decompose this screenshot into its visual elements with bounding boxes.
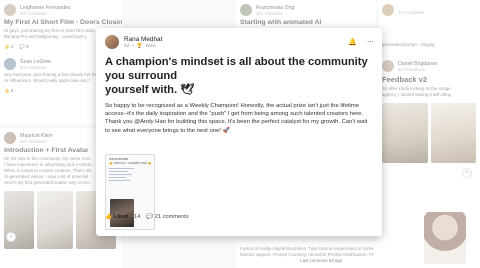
modal-actions: 🔔 ⋯ [348, 38, 374, 46]
attachment-header: Rana Medhat 👑 WEEKLY CHAMPIONS 👑 [106, 155, 154, 167]
post-footer: 👍 Liked 14 💬 21 comments [105, 214, 189, 220]
avatar[interactable] [105, 35, 119, 49]
author-name[interactable]: Rana Medhat [124, 36, 162, 43]
body-line: Thank you @Andy Han for building this sp… [105, 119, 368, 126]
text-line [109, 176, 126, 179]
attachment-text-lines [106, 167, 154, 184]
text-line [109, 173, 133, 176]
post-category[interactable]: Wins [145, 43, 155, 48]
trophy-icon: 🏆 [136, 42, 143, 48]
dot-separator: • [132, 43, 134, 48]
post-body: So happy to be recognized as a Weekly Ch… [96, 97, 382, 135]
body-line: to see what everyone brings to the next … [105, 127, 230, 134]
post-modal: Rana Medhat 5d • 🏆 Wins 🔔 ⋯ A champion's… [96, 28, 382, 236]
attachment-line: 👑 WEEKLY CHAMPIONS 👑 [109, 161, 151, 165]
like-count[interactable]: 14 [134, 214, 140, 220]
community-feed: Leighanne Fernandes 3d • Creations My Fi… [0, 0, 480, 268]
post-meta: 5d • 🏆 Wins [124, 43, 162, 49]
text-line [109, 167, 135, 170]
ellipsis-icon[interactable]: ⋯ [367, 38, 374, 46]
post-title: A champion's mindset is all about the co… [96, 49, 382, 97]
thumbs-up-icon: 👍 [105, 214, 112, 220]
body-line: So happy to be recognized as a Weekly Ch… [105, 103, 360, 109]
modal-header: Rana Medhat 5d • 🏆 Wins 🔔 ⋯ [96, 28, 382, 49]
text-line [109, 179, 130, 182]
post-author: Rana Medhat 5d • 🏆 Wins [124, 36, 162, 49]
attachment-photo [110, 199, 134, 227]
title-line: yourself with. 🕊 [105, 84, 195, 96]
comments-label: 21 comments [154, 214, 189, 220]
body-line: access--it's the daily inspiration and t… [105, 111, 364, 118]
like-button[interactable]: 👍 Liked [105, 214, 128, 220]
title-line: A champion's mindset is all about the co… [105, 56, 368, 82]
text-line [109, 170, 128, 173]
last-comment-time: Last comment 6d ago [300, 258, 343, 263]
like-label: Liked [113, 214, 129, 220]
bell-icon[interactable]: 🔔 [348, 38, 357, 46]
post-time: 5d [124, 43, 130, 48]
comments-link[interactable]: 💬 21 comments [146, 214, 188, 220]
comment-icon: 💬 [146, 214, 154, 220]
